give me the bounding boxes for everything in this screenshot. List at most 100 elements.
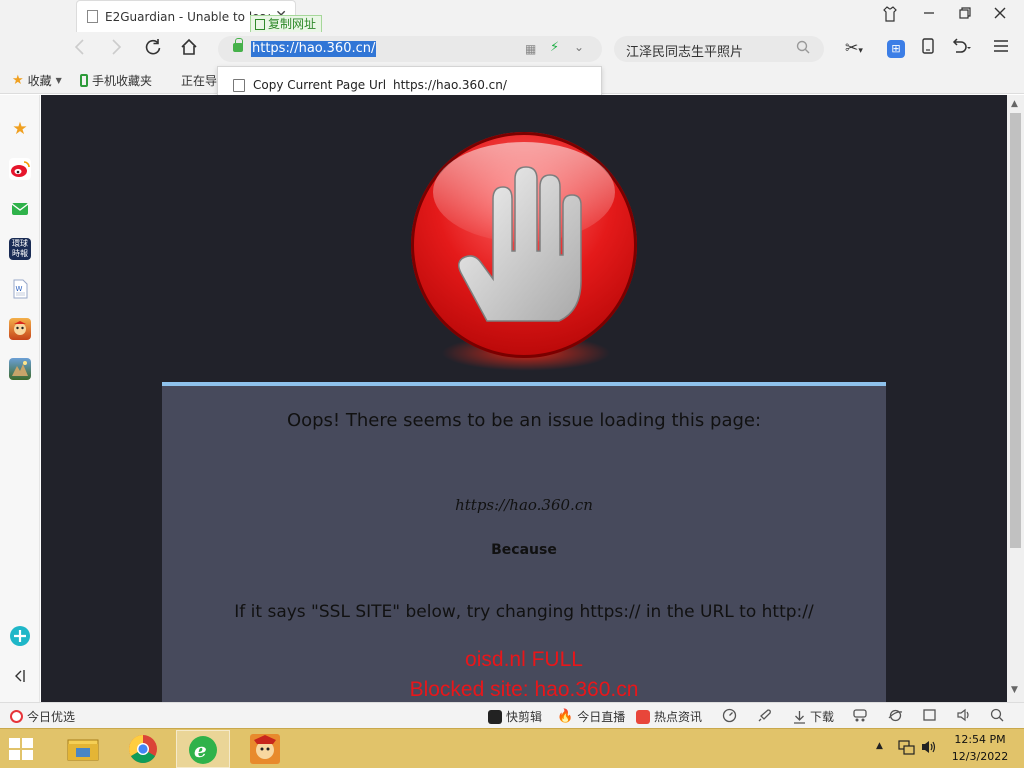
network-icon[interactable] — [898, 738, 916, 759]
lock-icon — [233, 38, 243, 52]
taskbar: e ▲ 12:54 PM 12/3/2022 — [0, 728, 1024, 768]
speaker-icon[interactable] — [920, 739, 938, 758]
undo-icon[interactable] — [950, 38, 972, 58]
copy-current-url-value[interactable]: https://hao.360.cn/ — [393, 78, 507, 92]
tab-title: E2Guardian - Unable to load — [105, 10, 270, 24]
live-label: 今日直播 — [577, 710, 626, 724]
refresh-button[interactable] — [144, 38, 162, 61]
star-icon: ★ — [12, 73, 24, 88]
file-explorer-icon[interactable] — [56, 730, 110, 768]
window-icon[interactable] — [922, 708, 937, 722]
speed-icon[interactable] — [722, 708, 737, 723]
address-bar[interactable]: https://hao.360.cn/ ▦ ⚡ ⌄ — [218, 36, 602, 62]
news-icon — [636, 709, 650, 724]
add-icon[interactable] — [9, 625, 31, 647]
hot-news-label: 热点资讯 — [654, 710, 703, 724]
clock-date[interactable]: 12/3/2022 — [950, 750, 1010, 763]
game-icon[interactable] — [9, 358, 31, 380]
qr-code-icon[interactable]: ▦ — [525, 42, 536, 56]
address-url[interactable]: https://hao.360.cn/ — [251, 41, 377, 57]
scroll-down-icon[interactable]: ▼ — [1011, 685, 1018, 695]
scroll-up-icon[interactable]: ▲ — [1011, 99, 1018, 109]
download-icon — [794, 710, 805, 724]
rocket-icon[interactable] — [757, 708, 772, 723]
tray-expand-icon[interactable]: ▲ — [876, 741, 883, 751]
copy-page-icon — [233, 79, 245, 92]
error-heading: Oops! There seems to be an issue loading… — [286, 410, 762, 431]
kuaijianji-link[interactable]: 快剪辑 — [488, 708, 542, 725]
heart-icon — [10, 710, 23, 723]
favorites-label: 收藏 — [27, 74, 52, 88]
tablet-icon[interactable] — [921, 38, 935, 58]
downloads-label: 下载 — [810, 710, 835, 724]
search-query[interactable]: 江泽民同志生平照片 — [626, 41, 743, 60]
fire-icon: 🔥 — [557, 709, 574, 724]
ie-mode-icon[interactable] — [888, 708, 903, 723]
navigation-bar: https://hao.360.cn/ ▦ ⚡ ⌄ 江泽民同志生平照片 ✂▾ ⊞ — [0, 32, 1024, 66]
game-app-icon[interactable] — [238, 730, 292, 768]
volume-icon[interactable] — [956, 708, 972, 722]
restore-button[interactable] — [958, 6, 972, 24]
speed-mode-icon[interactable]: ⚡ — [550, 40, 559, 55]
skin-icon[interactable] — [882, 6, 898, 26]
mobile-favorites[interactable]: 手机收藏夹 — [80, 72, 152, 89]
because-label: Because — [491, 542, 557, 558]
clock-time[interactable]: 12:54 PM — [950, 733, 1010, 746]
tab-bar: E2Guardian - Unable to load ✕ 复制网址 — [0, 0, 1024, 33]
favorites-menu[interactable]: ★ 收藏 ▼ — [12, 72, 62, 89]
scrollbar-thumb[interactable] — [1010, 113, 1021, 548]
svg-text:W: W — [16, 285, 23, 293]
hand-icon — [458, 166, 582, 322]
apps-icon[interactable]: ⊞ — [887, 40, 905, 58]
mobile-favorites-label: 手机收藏夹 — [92, 74, 153, 88]
downloads-button[interactable]: 下载 — [793, 708, 834, 725]
document-icon[interactable]: W — [9, 278, 31, 300]
news-icon[interactable]: 環球 時報 — [9, 238, 31, 260]
zoom-icon[interactable] — [990, 708, 1005, 723]
import-bookmarks[interactable]: 正在导 — [181, 72, 217, 89]
search-icon[interactable] — [796, 40, 810, 58]
phone-icon — [80, 74, 88, 87]
ssl-hint: If it says "SSL SITE" below, try changin… — [234, 602, 814, 622]
accelerate-icon[interactable] — [852, 708, 868, 722]
game-icon[interactable] — [9, 318, 31, 340]
weibo-icon[interactable] — [9, 158, 31, 180]
vertical-scrollbar[interactable]: ▲ ▼ — [1007, 95, 1024, 702]
video-editor-icon — [488, 709, 502, 724]
menu-icon[interactable] — [993, 38, 1009, 57]
page-content: Oops! There seems to be an issue loading… — [41, 95, 1007, 702]
chevron-down-icon[interactable]: ⌄ — [574, 40, 584, 54]
star-icon[interactable]: ★ — [9, 118, 31, 140]
search-box[interactable]: 江泽民同志生平照片 — [614, 36, 824, 62]
svg-text:e: e — [194, 738, 207, 762]
hot-news-link[interactable]: 热点资讯 — [636, 708, 702, 725]
daily-picks[interactable]: 今日优选 — [10, 708, 75, 725]
daily-picks-label: 今日优选 — [27, 710, 76, 724]
windows-start-icon[interactable] — [9, 738, 35, 762]
360-browser-icon[interactable]: e — [176, 730, 230, 768]
blocked-url: https://hao.360.cn — [455, 496, 593, 514]
chrome-icon[interactable] — [116, 730, 170, 768]
chevron-down-icon: ▼ — [55, 76, 62, 85]
page-icon — [87, 10, 98, 23]
block-list-name: oisd.nl FULL — [465, 648, 583, 671]
forward-button[interactable] — [108, 38, 124, 61]
scissors-icon[interactable]: ✂▾ — [845, 38, 863, 57]
copy-current-url-option[interactable]: Copy Current Page Url — [253, 78, 386, 92]
close-button[interactable] — [993, 6, 1007, 24]
status-bar: 今日优选 快剪辑 🔥 今日直播 热点资讯 下载 — [0, 702, 1024, 728]
home-button[interactable] — [180, 38, 198, 61]
copy-tooltip-label: 复制网址 — [268, 17, 317, 31]
live-link[interactable]: 🔥 今日直播 — [557, 708, 625, 725]
minimize-button[interactable] — [922, 6, 936, 24]
copy-url-tooltip[interactable]: 复制网址 — [250, 15, 323, 33]
copy-icon — [255, 18, 265, 30]
import-label: 正在导 — [181, 74, 218, 88]
block-reason: Blocked site: hao.360.cn — [409, 678, 639, 701]
message-panel: Oops! There seems to be an issue loading… — [162, 382, 886, 702]
sidebar: ★ 環球 時報 W — [0, 95, 40, 702]
back-button[interactable] — [72, 38, 88, 61]
mail-icon[interactable] — [9, 198, 31, 220]
kuaijianji-label: 快剪辑 — [506, 710, 543, 724]
collapse-icon[interactable] — [9, 665, 31, 687]
